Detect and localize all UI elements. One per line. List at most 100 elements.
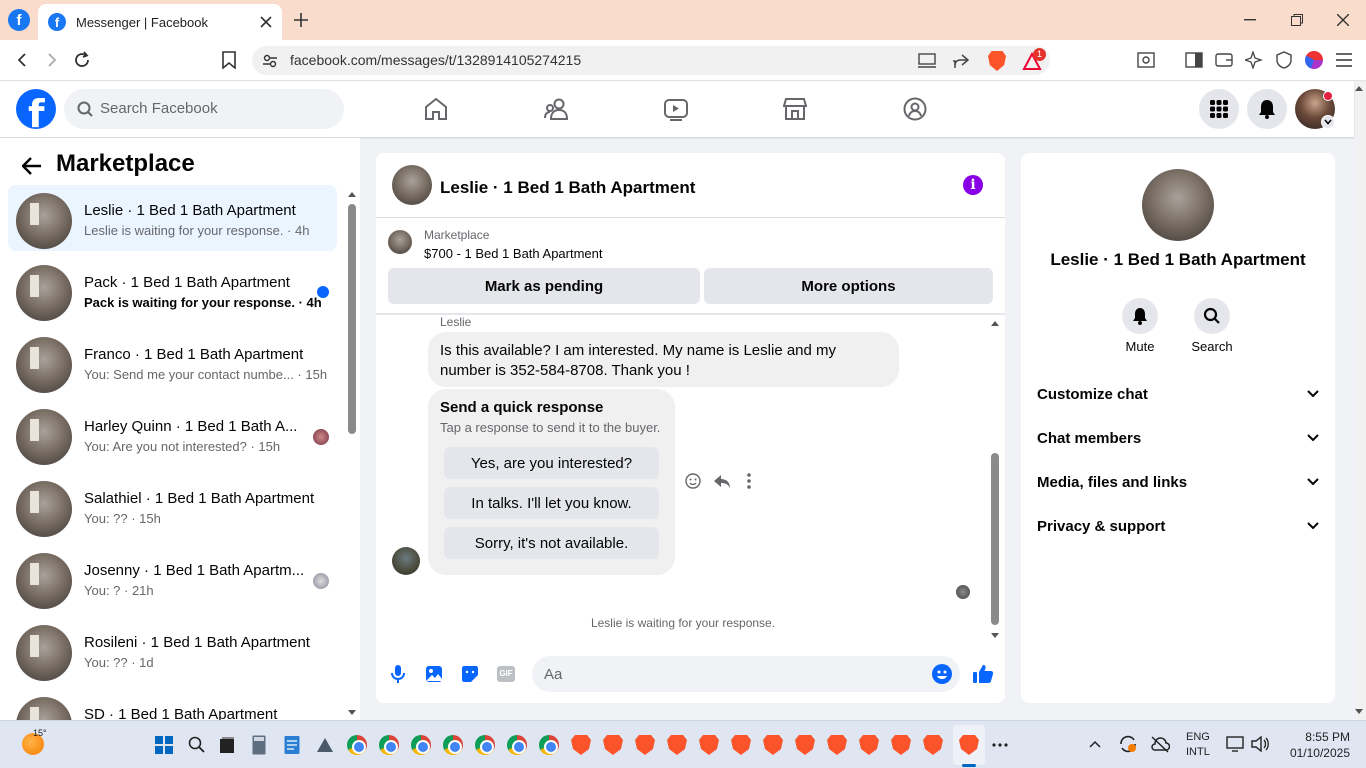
chrome-icon[interactable] bbox=[443, 735, 463, 755]
photo-icon[interactable] bbox=[425, 665, 443, 683]
sidebar-scroll-down-icon[interactable] bbox=[347, 709, 357, 717]
conversation-item[interactable]: Salathiel · 1 Bed 1 Bath Apartment You: … bbox=[8, 473, 337, 539]
share-icon[interactable] bbox=[952, 53, 970, 69]
gif-icon[interactable]: GIF bbox=[497, 666, 515, 682]
listing-thumbnail[interactable] bbox=[388, 230, 412, 254]
network-icon[interactable] bbox=[1226, 736, 1244, 752]
sync-icon[interactable] bbox=[1118, 734, 1138, 754]
clock-date[interactable]: 01/10/2025 bbox=[1284, 746, 1350, 760]
chat-avatar[interactable] bbox=[392, 165, 432, 205]
sender-avatar[interactable] bbox=[392, 547, 420, 575]
quick-reply-yes[interactable]: Yes, are you interested? bbox=[444, 447, 659, 479]
chrome-icon[interactable] bbox=[347, 735, 367, 755]
more-options-button[interactable]: More options bbox=[704, 268, 993, 304]
chrome-icon[interactable] bbox=[379, 735, 399, 755]
sidebar-scrollbar[interactable] bbox=[348, 204, 356, 434]
back-icon[interactable] bbox=[14, 52, 30, 68]
calculator-icon[interactable] bbox=[252, 735, 266, 755]
chrome-icon[interactable] bbox=[507, 735, 527, 755]
mute-button[interactable] bbox=[1122, 298, 1158, 334]
brave-icon[interactable] bbox=[571, 735, 591, 755]
install-app-icon[interactable] bbox=[918, 53, 936, 69]
back-arrow-icon[interactable] bbox=[22, 157, 42, 175]
media-files-links-section[interactable]: Media, files and links bbox=[1037, 474, 1319, 498]
more-actions-icon[interactable] bbox=[747, 473, 751, 489]
browser-tab[interactable]: f Messenger | Facebook bbox=[38, 4, 282, 40]
chat-scrollbar[interactable] bbox=[991, 453, 999, 625]
mark-pending-button[interactable]: Mark as pending bbox=[388, 268, 700, 304]
brave-icon[interactable] bbox=[763, 735, 783, 755]
brave-icon[interactable] bbox=[891, 735, 911, 755]
brave-icon[interactable] bbox=[603, 735, 623, 755]
wallet-icon[interactable] bbox=[1215, 52, 1233, 68]
brave-icon[interactable] bbox=[923, 735, 943, 755]
chat-scroll-up-icon[interactable] bbox=[990, 319, 1000, 327]
microphone-icon[interactable] bbox=[390, 664, 406, 684]
reply-icon[interactable] bbox=[713, 473, 731, 489]
conversation-item[interactable]: Leslie · 1 Bed 1 Bath Apartment Leslie i… bbox=[8, 185, 337, 251]
notepad-icon[interactable] bbox=[284, 735, 300, 755]
leo-ai-icon[interactable] bbox=[1245, 51, 1263, 69]
more-apps-icon[interactable] bbox=[992, 743, 1008, 747]
close-window-icon[interactable] bbox=[1337, 14, 1349, 26]
thumbs-up-icon[interactable] bbox=[972, 664, 994, 684]
reload-icon[interactable] bbox=[73, 51, 91, 69]
conversation-item[interactable]: Pack · 1 Bed 1 Bath Apartment Pack is wa… bbox=[8, 257, 337, 323]
forward-icon[interactable] bbox=[44, 52, 60, 68]
brave-icon[interactable] bbox=[795, 735, 815, 755]
brave-icon[interactable] bbox=[699, 735, 719, 755]
info-icon[interactable]: i bbox=[963, 175, 983, 195]
facebook-pinned-icon[interactable]: f bbox=[8, 9, 30, 31]
app-icon[interactable] bbox=[315, 735, 335, 755]
address-bar[interactable]: facebook.com/messages/t/1328914105274215… bbox=[252, 46, 1050, 75]
conversation-item[interactable]: Josenny · 1 Bed 1 Bath Apartm... You: ? … bbox=[8, 545, 337, 611]
react-emoji-icon[interactable] bbox=[685, 473, 701, 489]
close-tab-icon[interactable] bbox=[260, 16, 272, 28]
marketplace-icon[interactable] bbox=[783, 97, 807, 121]
home-icon[interactable] bbox=[424, 97, 448, 121]
scroll-down-icon[interactable] bbox=[1354, 708, 1364, 716]
extension-icon[interactable] bbox=[1305, 51, 1323, 69]
sidebar-icon[interactable] bbox=[1185, 52, 1203, 68]
conversation-item[interactable]: Harley Quinn · 1 Bed 1 Bath A... You: Ar… bbox=[8, 401, 337, 467]
menu-grid-button[interactable] bbox=[1199, 89, 1239, 129]
brave-icon[interactable] bbox=[827, 735, 847, 755]
clock-time[interactable]: 8:55 PM bbox=[1290, 730, 1350, 744]
message-bubble[interactable]: Is this available? I am interested. My n… bbox=[428, 332, 899, 387]
language-code[interactable]: ENG bbox=[1186, 731, 1210, 743]
brave-icon[interactable] bbox=[731, 735, 751, 755]
chat-title[interactable]: Leslie · 1 Bed 1 Bath Apartment bbox=[440, 178, 695, 198]
quick-reply-in-talks[interactable]: In talks. I'll let you know. bbox=[444, 487, 659, 519]
menu-icon[interactable] bbox=[1336, 53, 1352, 67]
taskbar-search-icon[interactable] bbox=[188, 736, 206, 754]
chat-scroll-down-icon[interactable] bbox=[990, 632, 1000, 640]
video-icon[interactable] bbox=[664, 97, 688, 121]
facebook-logo-icon[interactable]: f bbox=[16, 89, 56, 129]
sticker-icon[interactable] bbox=[461, 665, 479, 683]
listing-title[interactable]: $700 - 1 Bed 1 Bath Apartment bbox=[424, 246, 603, 261]
conversation-item[interactable]: Franco · 1 Bed 1 Bath Apartment You: Sen… bbox=[8, 329, 337, 395]
conversation-item[interactable]: Rosileni · 1 Bed 1 Bath Apartment You: ?… bbox=[8, 617, 337, 683]
windows-start-icon[interactable] bbox=[155, 736, 173, 754]
restore-icon[interactable] bbox=[1291, 14, 1303, 26]
tray-chevron-icon[interactable] bbox=[1089, 740, 1101, 748]
message-input[interactable]: Aa bbox=[532, 656, 960, 692]
chrome-icon[interactable] bbox=[411, 735, 431, 755]
bookmark-icon[interactable] bbox=[222, 51, 236, 69]
chat-members-section[interactable]: Chat members bbox=[1037, 430, 1319, 454]
search-input[interactable]: Search Facebook bbox=[64, 89, 344, 129]
volume-icon[interactable] bbox=[1251, 736, 1269, 752]
task-view-icon[interactable] bbox=[219, 736, 235, 754]
scroll-up-icon[interactable] bbox=[1354, 84, 1364, 92]
details-avatar[interactable] bbox=[1142, 169, 1214, 241]
brave-icon[interactable] bbox=[859, 735, 879, 755]
reader-mode-icon[interactable] bbox=[1137, 52, 1155, 68]
keyboard-layout[interactable]: INTL bbox=[1186, 746, 1210, 758]
account-chevron[interactable] bbox=[1321, 115, 1335, 129]
brave-shields-icon[interactable] bbox=[988, 51, 1006, 71]
sidebar-scroll-up-icon[interactable] bbox=[347, 190, 357, 198]
privacy-support-section[interactable]: Privacy & support bbox=[1037, 518, 1319, 542]
new-tab-icon[interactable] bbox=[294, 13, 308, 27]
conversation-item[interactable]: SD · 1 Bed 1 Bath Apartment bbox=[8, 689, 337, 720]
brave-icon[interactable] bbox=[635, 735, 655, 755]
